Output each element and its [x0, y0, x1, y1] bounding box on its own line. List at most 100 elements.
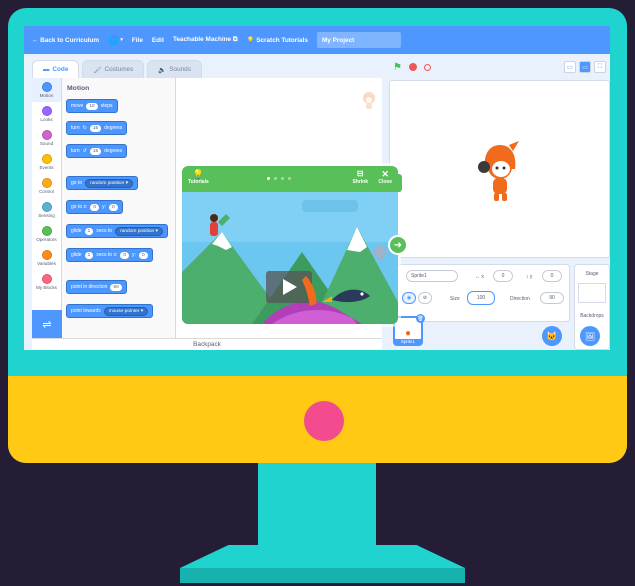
turbo-icon[interactable]: [423, 63, 431, 71]
add-backdrop-button[interactable]: 🖼: [580, 326, 600, 346]
block-dropdown[interactable]: random position ▾: [85, 178, 133, 188]
arrow-right-icon: ➜: [393, 239, 403, 251]
size-label: Size: [450, 296, 460, 302]
close-button[interactable]: ✕ Close: [378, 169, 392, 185]
add-extension-button[interactable]: ⇌: [32, 310, 62, 338]
block-input[interactable]: 90: [110, 283, 122, 291]
power-button: [304, 401, 344, 441]
block-input[interactable]: 0: [108, 203, 118, 211]
cat-icon: 🐱: [546, 330, 558, 341]
stop-icon[interactable]: [408, 63, 417, 71]
monitor-neck: [258, 463, 376, 549]
modal-side-tab: [394, 174, 402, 192]
sprite-name-field[interactable]: Sprite1: [406, 270, 458, 282]
block-input[interactable]: 0: [120, 251, 130, 259]
block-input[interactable]: 1: [84, 251, 94, 259]
block-move-steps[interactable]: move 10 steps: [66, 99, 118, 113]
block-input[interactable]: 15: [89, 124, 102, 132]
block-glide[interactable]: glide 1 secs to random position ▾: [66, 224, 168, 238]
lightbulb-icon: 💡: [192, 169, 204, 179]
shrink-icon: ⊟: [356, 169, 364, 178]
monitor-base: [180, 545, 465, 568]
step-dot[interactable]: [267, 177, 270, 180]
teachable-machine-menu[interactable]: Teachable Machine ⧉: [173, 36, 238, 44]
category-events[interactable]: Events: [32, 150, 61, 174]
shrink-button[interactable]: ⊟ Shrink: [352, 169, 368, 185]
scratch-tutorials-button[interactable]: 💡 Scratch Tutorials: [246, 36, 307, 44]
category-dot-icon: [41, 130, 52, 140]
category-sensing[interactable]: Sensing: [32, 198, 61, 222]
category-dot-icon: [41, 178, 52, 188]
step-dot[interactable]: [288, 177, 291, 180]
category-menu: Motion Looks Sound Events Control Sensin…: [32, 78, 62, 330]
project-title-input[interactable]: My Project: [316, 32, 401, 48]
category-control[interactable]: Control: [32, 174, 61, 198]
block-glide-xy[interactable]: glide 1 secs to x: 0 y: 0: [66, 248, 153, 262]
tutorial-video[interactable]: [182, 192, 398, 324]
show-sprite-toggle[interactable]: ◉: [402, 292, 416, 304]
x-field[interactable]: 0: [493, 270, 513, 282]
block-input[interactable]: 0: [138, 251, 148, 259]
scratch-editor: ← Back to Curriculum 🌐 ▾ File Edit Teacha…: [24, 26, 610, 350]
block-point-direction[interactable]: point in direction 90: [66, 280, 127, 294]
category-dot-icon: [41, 202, 52, 212]
stage-thumbnail[interactable]: [578, 283, 606, 303]
category-operators[interactable]: Operators: [32, 222, 61, 246]
category-dot-icon: [41, 226, 52, 236]
add-sprite-button[interactable]: 🐱: [542, 326, 562, 346]
small-stage-icon[interactable]: ▭: [564, 61, 576, 73]
step-dot[interactable]: [274, 177, 277, 180]
large-stage-icon[interactable]: ▭: [579, 61, 591, 73]
tab-sounds[interactable]: 🔈 Sounds: [147, 60, 202, 78]
block-input[interactable]: 1: [84, 227, 94, 235]
block-dropdown[interactable]: mouse-pointer ▾: [103, 306, 149, 316]
block-turn-left[interactable]: turn ↺ 15 degrees: [66, 144, 128, 158]
direction-field[interactable]: 90: [540, 292, 564, 304]
category-variables[interactable]: Variables: [32, 246, 61, 270]
back-to-curriculum-link[interactable]: ← Back to Curriculum: [32, 37, 99, 44]
x-label: ↔ x: [475, 274, 484, 280]
category-dot-icon: [41, 154, 52, 164]
tab-costumes[interactable]: 🖌 Costumes: [82, 60, 145, 78]
next-step-button[interactable]: ➜: [388, 235, 408, 255]
code-icon: ▬: [43, 66, 50, 73]
lightbulb-icon: 💡: [246, 37, 255, 44]
file-menu[interactable]: File: [132, 37, 143, 44]
character-figure: [210, 222, 218, 236]
block-input[interactable]: 15: [89, 147, 102, 155]
category-sound[interactable]: Sound: [32, 126, 61, 150]
external-link-icon: ⧉: [232, 36, 238, 43]
sprite-character[interactable]: [475, 141, 525, 203]
block-go-to[interactable]: go to random position ▾: [66, 176, 138, 190]
tutorials-modal-header: 💡 Tutorials ⊟ Shrink ✕ Close: [182, 166, 398, 192]
sprite-tile-name: Sprite1: [395, 339, 421, 344]
tutorials-button[interactable]: 💡 Tutorials: [188, 169, 209, 185]
green-flag-icon[interactable]: ⚑: [393, 62, 402, 73]
backpack[interactable]: Backpack: [32, 338, 382, 350]
tab-code[interactable]: ▬ Code: [32, 60, 80, 78]
brush-icon: 🖌: [93, 66, 102, 74]
category-motion[interactable]: Motion: [32, 78, 61, 102]
block-go-to-xy[interactable]: go to x: 0 y: 0: [66, 200, 123, 214]
block-point-towards[interactable]: point towards mouse-pointer ▾: [66, 304, 154, 318]
category-looks[interactable]: Looks: [32, 102, 61, 126]
step-dot[interactable]: [281, 177, 284, 180]
category-dot-icon: [41, 274, 52, 284]
rotate-left-icon: ↺: [82, 148, 87, 154]
stage-size-controls: ▭ ▭ ⛶: [564, 61, 606, 73]
image-icon: 🖼: [584, 331, 596, 341]
delete-sprite-icon[interactable]: 🗑: [416, 314, 425, 323]
block-input[interactable]: 10: [86, 102, 98, 110]
block-input[interactable]: 0: [90, 203, 100, 211]
size-field[interactable]: 100: [467, 291, 495, 305]
y-field[interactable]: 0: [542, 270, 562, 282]
stage-canvas[interactable]: [389, 80, 610, 258]
edit-menu[interactable]: Edit: [152, 37, 164, 44]
block-dropdown[interactable]: random position ▾: [115, 226, 163, 236]
step-indicator: [267, 177, 291, 180]
category-my-blocks[interactable]: My Blocks: [32, 270, 61, 294]
hide-sprite-toggle[interactable]: ⊘: [418, 292, 432, 304]
block-turn-right[interactable]: turn ↻ 15 degrees: [66, 121, 128, 135]
language-menu[interactable]: 🌐 ▾: [108, 35, 123, 46]
fullscreen-icon[interactable]: ⛶: [594, 61, 606, 73]
